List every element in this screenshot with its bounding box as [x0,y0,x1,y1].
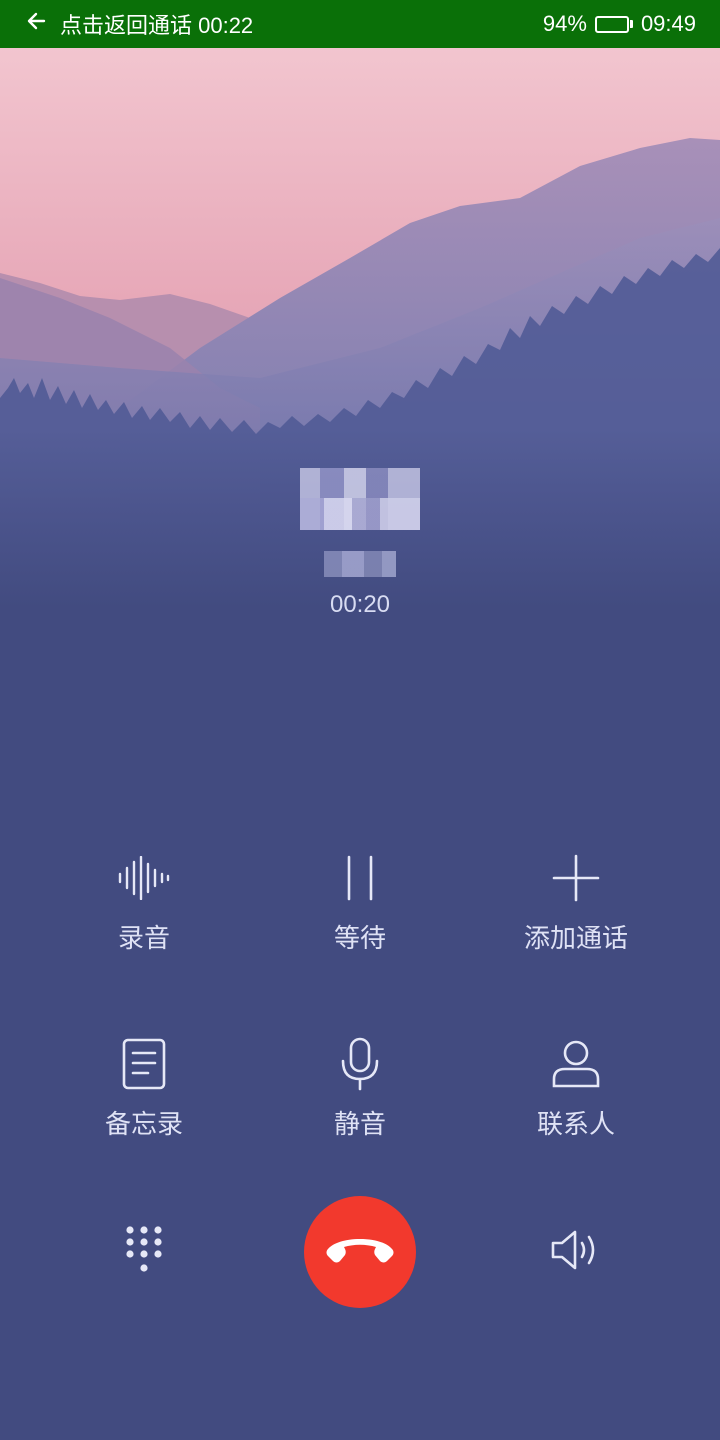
return-to-call-button[interactable]: 点击返回通话 00:22 [0,8,253,40]
notes-button[interactable]: 备忘录 [54,1036,234,1141]
notes-label: 备忘录 [104,1109,183,1139]
battery-icon [594,15,633,33]
call-duration: 00:20 [329,591,391,618]
plus-icon [552,850,600,906]
phone-hangup-icon [325,1235,395,1270]
contacts-button[interactable]: 联系人 [486,1036,666,1141]
speaker-button[interactable] [536,1212,616,1292]
note-icon [122,1036,166,1092]
status-bar: 点击返回通话 00:22 94% 09:49 [0,0,720,48]
end-call-button[interactable] [304,1196,416,1308]
mute-button[interactable]: 静音 [270,1036,450,1141]
microphone-icon [340,1036,380,1092]
battery-percentage: 94% [542,11,587,36]
contacts-label: 联系人 [536,1109,615,1139]
clock: 09:49 [640,11,696,36]
dialpad-button[interactable] [104,1212,184,1292]
speaker-icon [550,1229,602,1276]
record-button[interactable]: 录音 [54,850,234,955]
add-call-label: 添加通话 [523,923,628,953]
dialpad-icon [124,1224,164,1281]
pause-icon [345,850,375,906]
person-icon [551,1036,601,1092]
caller-name-obscured [300,468,420,530]
caller-number-obscured [324,551,396,577]
mute-label: 静音 [333,1109,386,1139]
back-arrow-icon [26,11,46,37]
waveform-icon [117,850,171,906]
hold-button[interactable]: 等待 [270,850,450,955]
return-to-call-text: 点击返回通话 00:22 [60,13,254,38]
hold-label: 等待 [333,923,386,953]
add-call-button[interactable]: 添加通话 [486,850,666,955]
record-label: 录音 [117,923,170,953]
